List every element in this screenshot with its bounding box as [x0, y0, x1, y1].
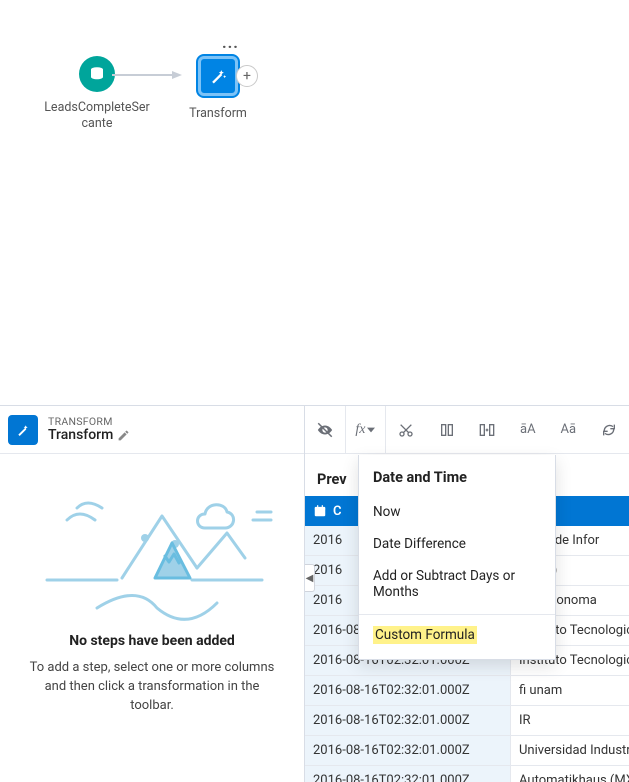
- split-icon[interactable]: [467, 406, 507, 453]
- cell-created: 2016-08-16T02:32:01.000Z: [305, 676, 511, 705]
- dropdown-separator: [359, 614, 555, 615]
- node-actions-menu-button[interactable]: ...: [222, 33, 239, 52]
- panel-header: TRANSFORM Transform: [0, 406, 304, 454]
- calendar-icon: [313, 504, 327, 518]
- uppercase-button[interactable]: āA: [508, 406, 548, 453]
- dropdown-title: Date and Time: [359, 455, 555, 496]
- connector-arrow-icon: [112, 71, 182, 79]
- source-node[interactable]: LeadsCompleteSercante: [42, 56, 152, 133]
- menu-item-now[interactable]: Now: [359, 496, 555, 528]
- menu-item-custom-formula[interactable]: Custom Formula: [359, 619, 555, 651]
- refresh-icon[interactable]: [589, 406, 629, 453]
- cell-created: 2016-08-16T02:32:01.000Z: [305, 706, 511, 735]
- tab-preview[interactable]: Prev: [317, 471, 347, 496]
- mountain-illustration-icon: [27, 478, 277, 623]
- table-row[interactable]: 2016-08-16T02:32:01.000ZIR: [305, 706, 629, 736]
- panel-title: Transform: [48, 428, 113, 443]
- lowercase-button[interactable]: Aā: [548, 406, 588, 453]
- columns-icon[interactable]: [427, 406, 467, 453]
- steps-column: TRANSFORM Transform: [0, 406, 305, 782]
- cell-created: 2016-08-16T02:32:01.000Z: [305, 766, 511, 782]
- table-row[interactable]: 2016-08-16T02:32:01.000ZAutomatikhaus (M…: [305, 766, 629, 782]
- wand-icon: [8, 415, 38, 445]
- cut-icon[interactable]: [386, 406, 426, 453]
- cell-company: Automatikhaus (MX): [511, 773, 629, 782]
- formula-dropdown: Date and Time Now Date Difference Add or…: [358, 455, 556, 660]
- table-row[interactable]: 2016-08-16T02:32:01.000Zfi unam: [305, 676, 629, 706]
- details-panel: TRANSFORM Transform: [0, 405, 629, 782]
- menu-item-add-subtract-days[interactable]: Add or Subtract Days or Months: [359, 560, 555, 608]
- flow-canvas[interactable]: ... LeadsCompleteSercante Transform +: [0, 0, 629, 405]
- transform-toolbar: fx āA Aā: [305, 406, 629, 454]
- transform-node-label: Transform: [178, 106, 258, 122]
- empty-state-description: To add a step, select one or more column…: [16, 659, 288, 716]
- empty-state: No steps have been added To add a step, …: [0, 454, 304, 782]
- pencil-icon[interactable]: [117, 429, 130, 442]
- cell-created: 2016-08-16T02:32:01.000Z: [305, 736, 511, 765]
- cell-company: fi unam: [511, 683, 629, 698]
- column-header-created-label: C: [333, 504, 342, 519]
- cell-company: Universidad Industrial: [511, 743, 629, 758]
- table-row[interactable]: 2016-08-16T02:32:01.000ZUniversidad Indu…: [305, 736, 629, 766]
- add-node-button[interactable]: +: [236, 65, 258, 87]
- dataset-icon: [79, 56, 115, 92]
- expand-preview-button[interactable]: ◀: [305, 564, 315, 592]
- empty-state-title: No steps have been added: [69, 633, 235, 649]
- panel-header-small: TRANSFORM: [48, 416, 130, 428]
- cell-company: IR: [511, 713, 629, 728]
- menu-item-date-difference[interactable]: Date Difference: [359, 528, 555, 560]
- preview-column: fx āA Aā Prev C: [305, 406, 629, 782]
- formula-button[interactable]: fx: [346, 406, 387, 453]
- source-node-label: LeadsCompleteSercante: [42, 100, 152, 133]
- hide-icon[interactable]: [305, 406, 346, 453]
- fx-label: fx: [355, 422, 365, 438]
- wand-icon: [198, 56, 238, 96]
